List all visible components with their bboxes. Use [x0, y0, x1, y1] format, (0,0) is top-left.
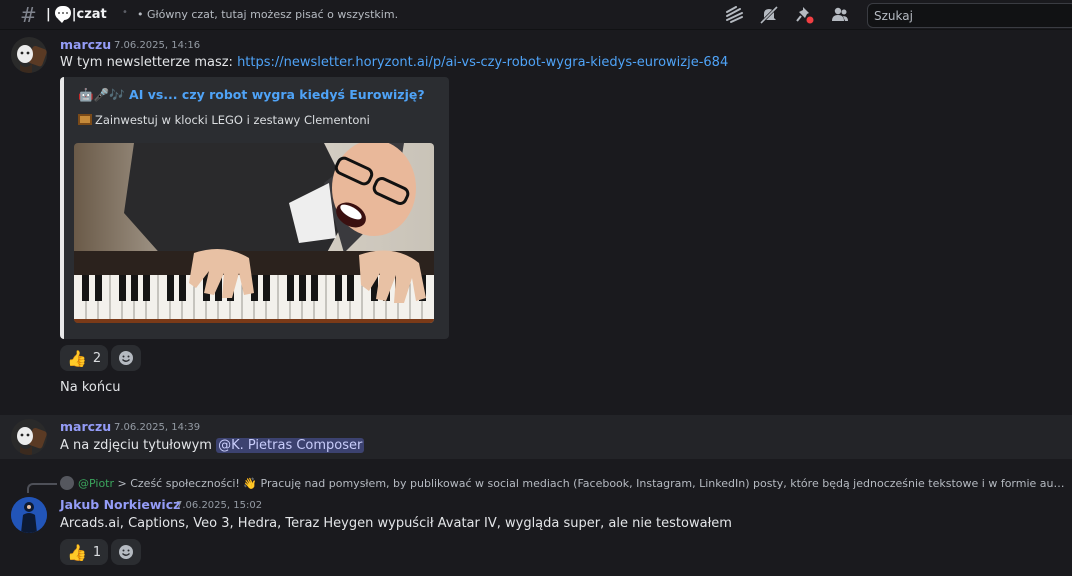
- message-author[interactable]: Jakub Norkiewicz: [60, 497, 180, 512]
- search-box[interactable]: [867, 3, 1072, 28]
- message-content: Arcads.ai, Captions, Veo 3, Hedra, Teraz…: [60, 516, 732, 531]
- link-embed: 🤖🎤🎶 AI vs... czy robot wygra kiedyś Euro…: [60, 77, 449, 339]
- channel-topic[interactable]: • Główny czat, tutaj możesz pisać o wszy…: [137, 8, 398, 21]
- add-reaction-button[interactable]: [111, 345, 141, 371]
- notification-muted-icon[interactable]: [759, 6, 779, 24]
- message-author[interactable]: marczu: [60, 37, 111, 52]
- speech-bubble-icon: [54, 6, 71, 23]
- channel-name[interactable]: | |czat: [46, 6, 107, 23]
- message-author[interactable]: marczu: [60, 419, 111, 434]
- message-timestamp: 7.06.2025, 15:02: [176, 500, 263, 511]
- thumbs-up-icon: 👍: [67, 542, 87, 562]
- channel-header: # | |czat • • Główny czat, tutaj możesz p…: [0, 0, 1072, 30]
- embed-image[interactable]: [74, 143, 434, 323]
- smiley-icon: [119, 351, 133, 365]
- embed-title[interactable]: 🤖🎤🎶 AI vs... czy robot wygra kiedyś Euro…: [78, 87, 425, 103]
- reaction-thumbs-up[interactable]: 👍 1: [60, 539, 109, 565]
- threads-icon[interactable]: [724, 6, 744, 24]
- hashtag-icon: #: [20, 3, 37, 27]
- message-text: A na zdjęciu tytułowym: [60, 438, 217, 453]
- message-link[interactable]: https://newsletter.horyzont.ai/p/ai-vs-c…: [237, 55, 728, 70]
- reaction-thumbs-up[interactable]: 👍 2: [60, 345, 109, 371]
- message-text: W tym newsletterze masz:: [60, 55, 238, 70]
- reaction-count: 1: [92, 544, 102, 560]
- user-mention[interactable]: @K. Pietras Composer: [216, 438, 365, 453]
- reply-connector: [27, 483, 57, 493]
- message-content: Na końcu: [60, 380, 121, 395]
- user-avatar[interactable]: [11, 419, 47, 455]
- add-reaction-button[interactable]: [111, 539, 141, 565]
- message-timestamp: 7.06.2025, 14:16: [114, 40, 201, 51]
- reply-text: > Cześć społeczności! 👋 Pracuję nad pomy…: [114, 477, 1066, 490]
- reply-preview[interactable]: @Piotr > Cześć społeczności! 👋 Pracuję n…: [60, 476, 1065, 490]
- members-list-icon[interactable]: [830, 6, 850, 24]
- message-content: A na zdjęciu tytułowym @K. Pietras Compo…: [60, 438, 365, 453]
- user-avatar[interactable]: [11, 497, 47, 533]
- smiley-icon: [119, 545, 133, 559]
- user-avatar[interactable]: [11, 37, 47, 73]
- reply-avatar: [60, 476, 74, 490]
- search-input[interactable]: [868, 4, 1048, 27]
- pinned-messages-icon[interactable]: [795, 6, 815, 24]
- embed-description: Zainwestuj w klocki LEGO i zestawy Cleme…: [78, 113, 370, 127]
- thumbs-up-icon: 👍: [67, 348, 87, 368]
- embed-description-text: Zainwestuj w klocki LEGO i zestawy Cleme…: [95, 113, 370, 127]
- construction-sign-icon: [78, 114, 92, 125]
- topic-separator: •: [122, 7, 128, 18]
- reply-author[interactable]: @Piotr: [78, 477, 114, 490]
- message-content: W tym newsletterze masz: https://newslet…: [60, 55, 728, 70]
- reaction-count: 2: [92, 350, 102, 366]
- message-timestamp: 7.06.2025, 14:39: [114, 422, 201, 433]
